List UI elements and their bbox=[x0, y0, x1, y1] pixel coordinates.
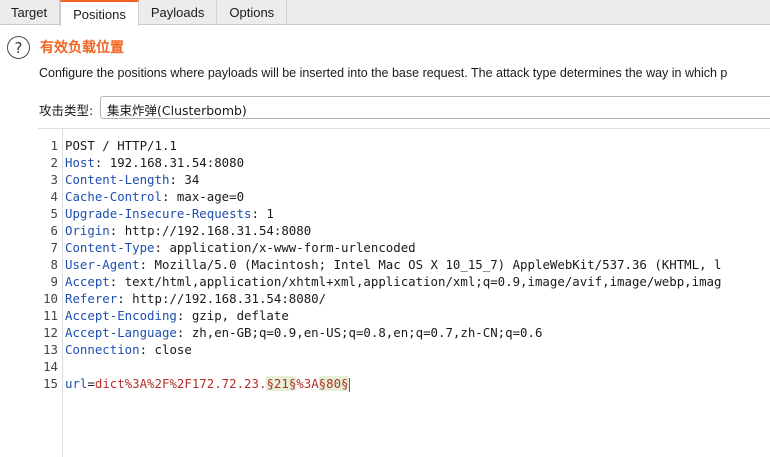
header-separator: : bbox=[169, 172, 185, 187]
request-line-text: POST / HTTP/1.1 bbox=[65, 138, 177, 153]
header-value: 192.168.31.54:8080 bbox=[109, 155, 245, 170]
line-number: 3 bbox=[50, 172, 58, 187]
header-value: gzip, deflate bbox=[191, 308, 289, 323]
header-value: close bbox=[154, 342, 192, 357]
line-number: 2 bbox=[50, 155, 58, 170]
line-number: 15 bbox=[43, 376, 58, 391]
body-param-value: dict%3A%2F%2F172.72.23. bbox=[94, 376, 267, 391]
request-line: Content-Type: application/x-www-form-url… bbox=[65, 239, 416, 256]
header-separator: : bbox=[161, 189, 177, 204]
request-line: Cache-Control: max-age=0 bbox=[65, 188, 244, 205]
header-value: application/x-www-form-urlencoded bbox=[169, 240, 416, 255]
header-name: User-Agent bbox=[65, 257, 140, 272]
header-value: text/html,application/xhtml+xml,applicat… bbox=[124, 274, 722, 289]
request-line: Accept-Encoding: gzip, deflate bbox=[65, 307, 289, 324]
header-name: Origin bbox=[65, 223, 110, 238]
tab-payloads[interactable]: Payloads bbox=[139, 0, 218, 25]
tab-bar: Target Positions Payloads Options bbox=[0, 0, 770, 26]
header-separator: : bbox=[139, 342, 155, 357]
header-value: 1 bbox=[266, 206, 274, 221]
section-description: Configure the positions where payloads w… bbox=[39, 66, 728, 80]
question-circle-icon[interactable]: ? bbox=[7, 36, 30, 59]
header-name: Accept bbox=[65, 274, 110, 289]
request-text-area[interactable]: POST / HTTP/1.1 Host: 192.168.31.54:8080 C… bbox=[62, 129, 770, 457]
attack-type-select[interactable]: 集束炸弹(Clusterbomb) bbox=[100, 96, 770, 119]
line-number: 14 bbox=[43, 359, 58, 374]
header-name: Referer bbox=[65, 291, 118, 306]
header-name: Cache-Control bbox=[65, 189, 162, 204]
header-name: Connection bbox=[65, 342, 140, 357]
header-separator: : bbox=[109, 274, 125, 289]
payload-position-marker[interactable]: §21§ bbox=[266, 376, 297, 391]
line-number: 4 bbox=[50, 189, 58, 204]
line-number: 11 bbox=[43, 308, 58, 323]
header-name: Content-Type bbox=[65, 240, 155, 255]
line-number: 12 bbox=[43, 325, 58, 340]
line-number-gutter: 1 2 3 4 5 6 7 8 9 10 11 12 13 14 15 bbox=[38, 129, 62, 457]
header-separator: : bbox=[117, 291, 133, 306]
payload-position-marker[interactable]: §80§ bbox=[318, 376, 349, 391]
body-param-value: %3A bbox=[296, 376, 319, 391]
request-line: POST / HTTP/1.1 bbox=[65, 137, 177, 154]
line-number: 7 bbox=[50, 240, 58, 255]
attack-type-label: 攻击类型: bbox=[39, 103, 94, 118]
body-param-equals: = bbox=[87, 376, 95, 391]
text-caret bbox=[348, 377, 350, 392]
request-line: Origin: http://192.168.31.54:8080 bbox=[65, 222, 311, 239]
tab-options[interactable]: Options bbox=[217, 0, 288, 25]
request-editor[interactable]: 1 2 3 4 5 6 7 8 9 10 11 12 13 14 15 POST / HTTP/1.1 Hos… bbox=[38, 128, 770, 457]
line-number: 8 bbox=[50, 257, 58, 272]
header-separator: : bbox=[176, 325, 192, 340]
request-line: Host: 192.168.31.54:8080 bbox=[65, 154, 244, 171]
request-line: Content-Length: 34 bbox=[65, 171, 199, 188]
header-separator: : bbox=[176, 308, 192, 323]
request-line: User-Agent: Mozilla/5.0 (Macintosh; Inte… bbox=[65, 256, 721, 273]
request-line: Accept: text/html,application/xhtml+xml,… bbox=[65, 273, 721, 290]
header-value: Mozilla/5.0 (Macintosh; Intel Mac OS X 1… bbox=[154, 257, 722, 272]
header-separator: : bbox=[154, 240, 170, 255]
request-line: Accept-Language: zh,en-GB;q=0.9,en-US;q=… bbox=[65, 324, 542, 341]
header-value: 34 bbox=[184, 172, 200, 187]
line-number: 5 bbox=[50, 206, 58, 221]
tab-target[interactable]: Target bbox=[0, 0, 61, 25]
line-number: 13 bbox=[43, 342, 58, 357]
header-value: http://192.168.31.54:8080/ bbox=[132, 291, 327, 306]
header-name: Accept-Encoding bbox=[65, 308, 177, 323]
header-value: zh,en-GB;q=0.9,en-US;q=0.8,en;q=0.7,zh-C… bbox=[191, 325, 543, 340]
header-name: Accept-Language bbox=[65, 325, 177, 340]
header-separator: : bbox=[109, 223, 125, 238]
request-body-line: url=dict%3A%2F%2F172.72.23.§21§%3A§80§ bbox=[65, 375, 350, 392]
request-line: Connection: close bbox=[65, 341, 192, 358]
header-separator: : bbox=[139, 257, 155, 272]
header-name: Host bbox=[65, 155, 95, 170]
line-number: 10 bbox=[43, 291, 58, 306]
header-separator: : bbox=[251, 206, 267, 221]
body-param-name: url bbox=[65, 376, 88, 391]
line-number: 6 bbox=[50, 223, 58, 238]
tab-positions[interactable]: Positions bbox=[60, 0, 139, 26]
header-name: Upgrade-Insecure-Requests bbox=[65, 206, 252, 221]
header-name: Content-Length bbox=[65, 172, 170, 187]
request-line: Referer: http://192.168.31.54:8080/ bbox=[65, 290, 326, 307]
line-number: 9 bbox=[50, 274, 58, 289]
header-value: http://192.168.31.54:8080 bbox=[124, 223, 312, 238]
header-value: max-age=0 bbox=[176, 189, 245, 204]
request-line: Upgrade-Insecure-Requests: 1 bbox=[65, 205, 274, 222]
header-separator: : bbox=[94, 155, 110, 170]
line-number: 1 bbox=[50, 138, 58, 153]
section-title: 有效负载位置 bbox=[40, 40, 124, 56]
